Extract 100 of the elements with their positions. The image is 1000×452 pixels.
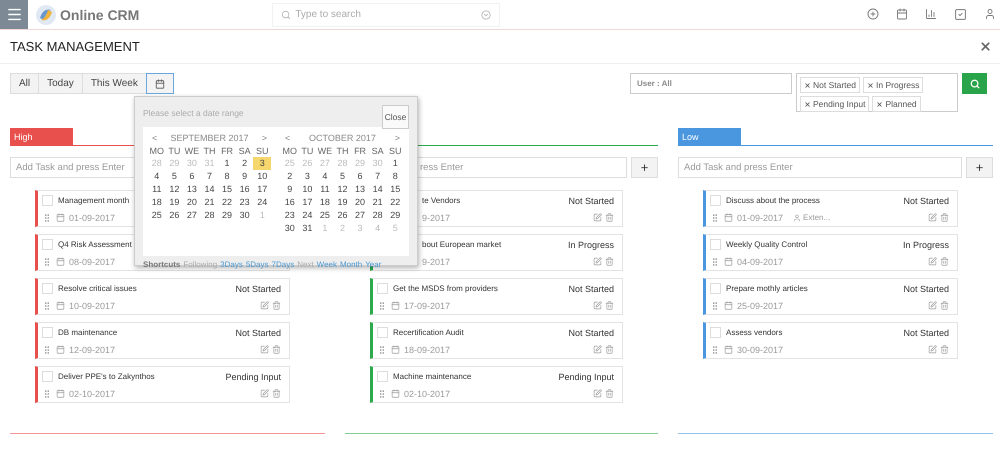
calendar-day[interactable]: 13: [351, 183, 369, 196]
task-checkbox[interactable]: [377, 371, 388, 382]
search-button[interactable]: [962, 73, 987, 94]
task-checkbox[interactable]: [710, 239, 721, 250]
edit-icon[interactable]: [593, 345, 602, 354]
calendar-day[interactable]: 8: [218, 170, 236, 183]
period-button[interactable]: Today: [38, 73, 83, 94]
task-card[interactable]: Discuss about the process Not Started 01-09-2017 Exten...: [703, 190, 958, 227]
calendar-day[interactable]: 2: [236, 157, 254, 170]
trash-icon[interactable]: [940, 345, 949, 354]
task-checkbox[interactable]: [42, 327, 53, 338]
edit-icon[interactable]: [928, 213, 937, 222]
menu-button[interactable]: [0, 0, 28, 29]
task-card[interactable]: Get the MSDS from providers Not Started 17-09-2017: [370, 278, 623, 315]
calendar-day[interactable]: 13: [183, 183, 201, 196]
calendar-day[interactable]: 12: [334, 183, 352, 196]
trash-icon[interactable]: [605, 213, 614, 222]
calendar-day[interactable]: 21: [200, 196, 218, 209]
edit-icon[interactable]: [260, 301, 269, 310]
checkbox-icon[interactable]: [954, 8, 967, 21]
period-button[interactable]: This Week: [82, 73, 147, 94]
calendar-day[interactable]: 17: [253, 183, 271, 196]
trash-icon[interactable]: [605, 257, 614, 266]
add-task-button[interactable]: +: [966, 157, 993, 178]
task-checkbox[interactable]: [42, 239, 53, 250]
close-button[interactable]: Close: [382, 105, 409, 129]
calendar-day[interactable]: 11: [316, 183, 334, 196]
calendar-day[interactable]: 11: [148, 183, 166, 196]
calendar-day[interactable]: 29: [218, 209, 236, 222]
calendar-day[interactable]: 16: [236, 183, 254, 196]
trash-icon[interactable]: [605, 345, 614, 354]
user-icon[interactable]: [984, 8, 996, 20]
calendar-day[interactable]: 10: [253, 170, 271, 183]
period-button[interactable]: All: [10, 73, 40, 94]
edit-icon[interactable]: [260, 345, 269, 354]
calendar-day[interactable]: 12: [166, 183, 184, 196]
edit-icon[interactable]: [593, 213, 602, 222]
calendar-day[interactable]: 3: [253, 157, 271, 170]
calendar-day[interactable]: 30: [236, 209, 254, 222]
calendar-day[interactable]: 22: [218, 196, 236, 209]
calendar-day[interactable]: 18: [316, 196, 334, 209]
task-checkbox[interactable]: [710, 327, 721, 338]
next-month-button[interactable]: >: [394, 132, 400, 142]
calendar-day[interactable]: 27: [351, 209, 369, 222]
calendar-day[interactable]: 9: [236, 170, 254, 183]
calendar-day[interactable]: 21: [368, 196, 386, 209]
task-checkbox[interactable]: [710, 195, 721, 206]
trash-icon[interactable]: [940, 257, 949, 266]
task-card[interactable]: Assess vendors Not Started 30-09-2017: [703, 322, 958, 359]
task-card[interactable]: Weekly Quality Control In Progress 04-09-2017: [703, 234, 958, 271]
close-icon[interactable]: [979, 40, 992, 53]
add-task-button[interactable]: +: [631, 157, 658, 178]
edit-icon[interactable]: [928, 301, 937, 310]
calendar-day[interactable]: 10: [298, 183, 316, 196]
calendar-day[interactable]: 29: [386, 209, 404, 222]
calendar-day[interactable]: 25: [316, 209, 334, 222]
calendar-icon[interactable]: [896, 8, 908, 20]
trash-icon[interactable]: [605, 389, 614, 398]
calendar-day[interactable]: 7: [200, 170, 218, 183]
calendar-day[interactable]: 28: [200, 209, 218, 222]
calendar-day[interactable]: 26: [334, 209, 352, 222]
task-checkbox[interactable]: [710, 283, 721, 294]
calendar-day[interactable]: 17: [298, 196, 316, 209]
date-range-button[interactable]: [146, 73, 174, 94]
calendar-day[interactable]: 6: [183, 170, 201, 183]
calendar-day[interactable]: 25: [148, 209, 166, 222]
calendar-day[interactable]: 2: [281, 170, 299, 183]
task-card[interactable]: Recertification Audit Not Started 18-09-2017: [370, 322, 623, 359]
calendar-day[interactable]: 19: [166, 196, 184, 209]
chart-icon[interactable]: [925, 8, 937, 20]
task-checkbox[interactable]: [377, 327, 388, 338]
task-card[interactable]: Resolve critical issues Not Started 10-09-2017: [35, 278, 290, 315]
task-card[interactable]: Machine maintenance Pending Input 02-10-2017: [370, 366, 623, 403]
calendar-day[interactable]: 4: [148, 170, 166, 183]
calendar-day[interactable]: 9: [281, 183, 299, 196]
calendar-day[interactable]: 19: [334, 196, 352, 209]
calendar-day[interactable]: 27: [183, 209, 201, 222]
previous-month-button[interactable]: <: [285, 132, 290, 142]
calendar-day[interactable]: 28: [368, 209, 386, 222]
task-checkbox[interactable]: [42, 283, 53, 294]
edit-icon[interactable]: [593, 301, 602, 310]
previous-month-button[interactable]: <: [152, 132, 158, 142]
calendar-day[interactable]: 16: [281, 196, 299, 209]
trash-icon[interactable]: [272, 345, 281, 354]
user-field[interactable]: User : All: [630, 73, 792, 94]
trash-icon[interactable]: [940, 213, 949, 222]
calendar-day[interactable]: 1: [386, 157, 404, 170]
calendar-day[interactable]: 4: [316, 170, 334, 183]
calendar-day[interactable]: 20: [351, 196, 369, 209]
calendar-day[interactable]: 1: [218, 157, 236, 170]
edit-icon[interactable]: [260, 389, 269, 398]
trash-icon[interactable]: [272, 301, 281, 310]
calendar-day[interactable]: 24: [298, 209, 316, 222]
calendar-day[interactable]: 24: [253, 196, 271, 209]
task-card[interactable]: Prepare mothly articles Not Started 25-09-2017: [703, 278, 958, 315]
calendar-day[interactable]: 14: [200, 183, 218, 196]
task-checkbox[interactable]: [377, 283, 388, 294]
task-card[interactable]: Deliver PPE's to Zakynthos Pending Input 02-10-2017: [35, 366, 290, 403]
trash-icon[interactable]: [940, 301, 949, 310]
edit-icon[interactable]: [928, 257, 937, 266]
